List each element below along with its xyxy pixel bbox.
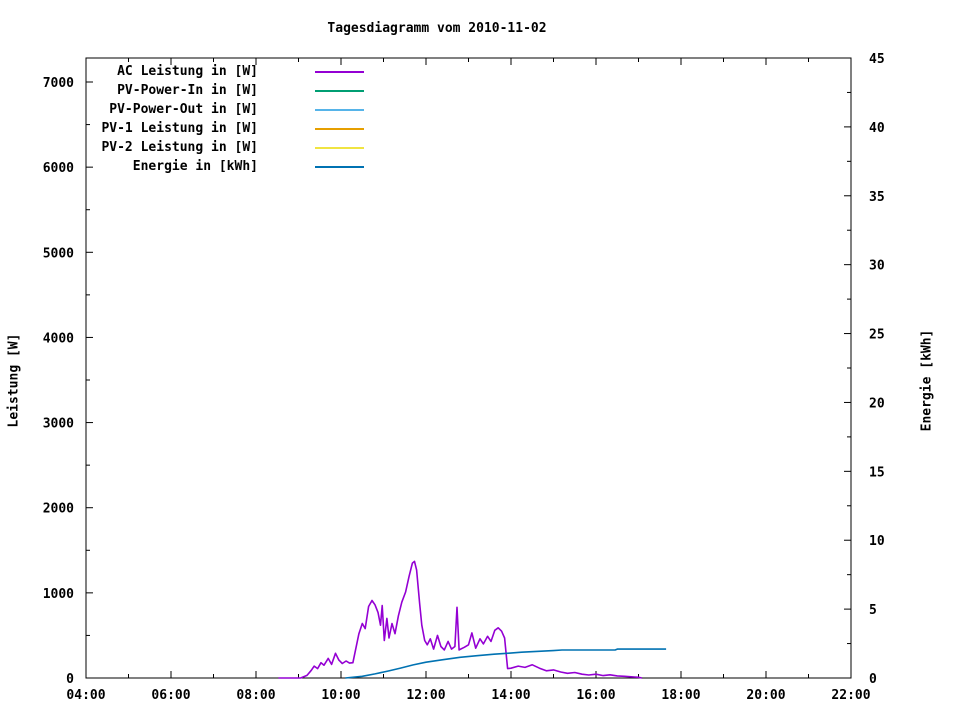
y-tick-label: 7000	[43, 76, 74, 91]
legend-color-line	[315, 109, 364, 111]
x-tick-label: 06:00	[151, 688, 190, 703]
legend-label: PV-2 Leistung in [W]	[86, 140, 258, 155]
y-tick-label: 1000	[43, 587, 74, 602]
y-tick-label: 5000	[43, 246, 74, 261]
legend-label: PV-Power-Out in [W]	[86, 102, 258, 117]
legend-label: PV-1 Leistung in [W]	[86, 121, 258, 136]
x-tick-label: 10:00	[321, 688, 360, 703]
x-tick-label: 04:00	[66, 688, 105, 703]
y2-tick-label: 20	[869, 396, 885, 411]
legend-item: AC Leistung in [W]	[86, 62, 364, 81]
x-tick-label: 22:00	[831, 688, 870, 703]
legend-color-line	[315, 166, 364, 168]
legend-item: PV-1 Leistung in [W]	[86, 119, 364, 138]
x-tick-label: 18:00	[661, 688, 700, 703]
y2-tick-label: 40	[869, 121, 885, 136]
legend-color-line	[315, 90, 364, 92]
y-tick-label: 6000	[43, 161, 74, 176]
y2-tick-label: 10	[869, 534, 885, 549]
daily-pv-chart: Tagesdiagramm vom 2010-11-02 Leistung [W…	[0, 0, 960, 720]
y-tick-label: 3000	[43, 417, 74, 432]
x-tick-label: 20:00	[746, 688, 785, 703]
legend-label: AC Leistung in [W]	[86, 64, 258, 79]
legend: AC Leistung in [W] PV-Power-In in [W] PV-P…	[86, 62, 364, 176]
legend-item: PV-Power-In in [W]	[86, 81, 364, 100]
x-tick-label: 08:00	[236, 688, 275, 703]
legend-color-line	[315, 71, 364, 73]
y2-tick-label: 5	[869, 603, 877, 618]
x-tick-label: 14:00	[491, 688, 530, 703]
y2-tick-label: 35	[869, 190, 885, 205]
y2-tick-label: 45	[869, 52, 885, 67]
legend-item: Energie in [kWh]	[86, 157, 364, 176]
legend-label: PV-Power-In in [W]	[86, 83, 258, 98]
y2-tick-label: 0	[869, 672, 877, 687]
y-tick-label: 4000	[43, 331, 74, 346]
y-tick-label: 2000	[43, 502, 74, 517]
x-tick-label: 12:00	[406, 688, 445, 703]
y2-tick-label: 30	[869, 259, 885, 274]
x-tick-label: 16:00	[576, 688, 615, 703]
series-line-ac-leistung	[279, 561, 642, 678]
y-tick-label: 0	[66, 672, 74, 687]
y2-tick-label: 25	[869, 328, 885, 343]
legend-color-line	[315, 147, 364, 149]
legend-label: Energie in [kWh]	[86, 159, 258, 174]
legend-color-line	[315, 128, 364, 130]
legend-item: PV-Power-Out in [W]	[86, 100, 364, 119]
y2-tick-label: 15	[869, 465, 885, 480]
legend-item: PV-2 Leistung in [W]	[86, 138, 364, 157]
series-line-energie	[345, 649, 666, 678]
